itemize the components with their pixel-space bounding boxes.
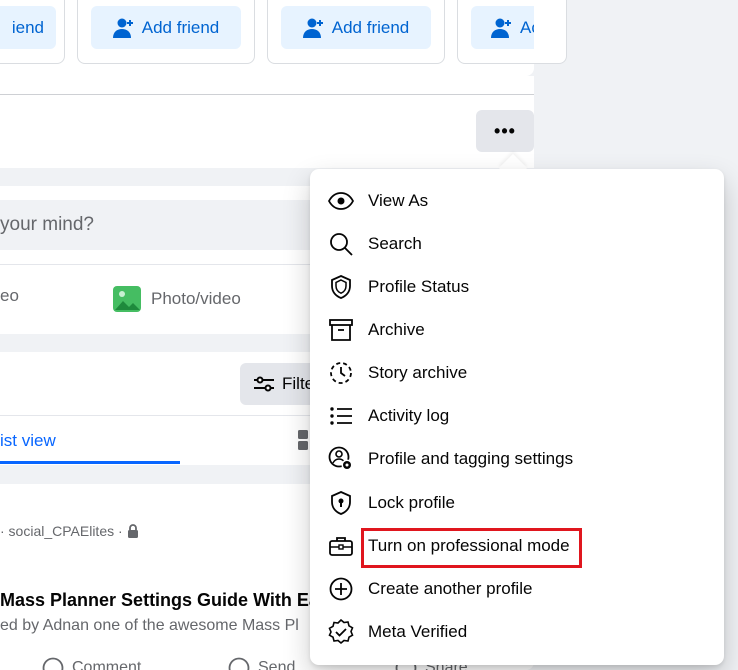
photo-video-button[interactable]: Photo/video <box>113 286 241 312</box>
send-icon <box>228 657 250 670</box>
lock-icon <box>127 524 138 538</box>
briefcase-icon <box>329 537 353 556</box>
menu-item-search[interactable]: Search <box>318 224 716 264</box>
menu-item-profile-status[interactable]: Profile Status <box>318 267 716 307</box>
comment-button[interactable]: Comment <box>42 657 141 670</box>
menu-item-meta-verified[interactable]: Meta Verified <box>318 612 716 652</box>
send-label: Send <box>258 659 296 670</box>
plus-circle-icon <box>329 577 353 601</box>
profile-options-menu: View As Search Profile Status Archive St… <box>310 169 724 665</box>
menu-item-label: Lock profile <box>368 493 455 512</box>
menu-item-label: Meta Verified <box>368 622 468 641</box>
add-friend-label: Add friend <box>331 17 410 37</box>
list-view-label: ist view <box>0 431 56 450</box>
add-friend-label: iend <box>11 17 44 37</box>
more-dots-icon: ••• <box>494 120 516 141</box>
menu-item-label: View As <box>368 191 429 210</box>
add-person-icon <box>112 18 133 38</box>
add-friend-button[interactable]: Add friend <box>281 6 431 49</box>
menu-item-story-archive[interactable]: Story archive <box>318 353 716 393</box>
more-options-button[interactable]: ••• <box>476 110 534 152</box>
photo-icon <box>113 286 141 312</box>
add-person-icon <box>302 18 323 38</box>
filter-icon <box>254 376 274 392</box>
comment-icon <box>42 657 64 670</box>
list-view-tab[interactable]: ist view <box>0 431 56 451</box>
composer-placeholder: your mind? <box>0 214 94 235</box>
menu-item-label: Story archive <box>368 363 468 382</box>
live-video-button[interactable]: eo <box>0 286 19 306</box>
story-archive-icon <box>330 362 352 384</box>
eye-icon <box>328 192 354 210</box>
add-friend-button[interactable]: Ac <box>471 6 534 49</box>
menu-item-lock-profile[interactable]: Lock profile <box>318 483 716 523</box>
menu-item-label: Search <box>368 234 422 253</box>
menu-item-label: Create another profile <box>368 579 533 598</box>
post-title[interactable]: Mass Planner Settings Guide With Ea <box>0 590 319 611</box>
menu-item-profile-tagging-settings[interactable]: Profile and tagging settings <box>318 439 716 479</box>
lock-shield-icon <box>331 491 351 515</box>
add-person-icon <box>491 18 511 38</box>
user-gear-icon <box>328 446 353 471</box>
add-friend-button[interactable]: iend <box>0 6 56 49</box>
add-friend-button[interactable]: Add friend <box>91 6 241 49</box>
menu-item-create-profile[interactable]: Create another profile <box>318 569 716 609</box>
menu-item-view-as[interactable]: View As <box>318 181 716 221</box>
comment-label: Comment <box>72 659 142 670</box>
list-icon <box>330 407 352 425</box>
archive-icon <box>329 319 353 341</box>
post-meta-text: · social_CPAElites · <box>0 523 123 539</box>
menu-item-activity-log[interactable]: Activity log <box>318 396 716 436</box>
verified-badge-icon <box>328 619 354 645</box>
highlight-annotation <box>361 528 582 568</box>
menu-item-label: Profile and tagging settings <box>368 449 574 468</box>
menu-item-label: Profile Status <box>368 277 470 296</box>
send-button[interactable]: Send <box>228 657 295 670</box>
live-video-label: eo <box>0 286 19 305</box>
post-subtitle: ed by Adnan one of the awesome Mass Pl <box>0 617 299 634</box>
active-tab-indicator <box>0 461 180 464</box>
menu-item-archive[interactable]: Archive <box>318 310 716 350</box>
photo-video-label: Photo/video <box>151 289 241 308</box>
menu-item-label: Activity log <box>368 406 450 425</box>
profile-actions-band <box>0 76 534 168</box>
divider <box>0 94 534 95</box>
add-friend-label: Add friend <box>141 17 220 37</box>
add-friend-label: Ac <box>520 17 534 37</box>
shield-icon <box>331 275 351 299</box>
search-icon <box>330 233 353 256</box>
post-meta: · social_CPAElites · <box>0 523 139 539</box>
menu-item-label: Archive <box>368 320 425 339</box>
